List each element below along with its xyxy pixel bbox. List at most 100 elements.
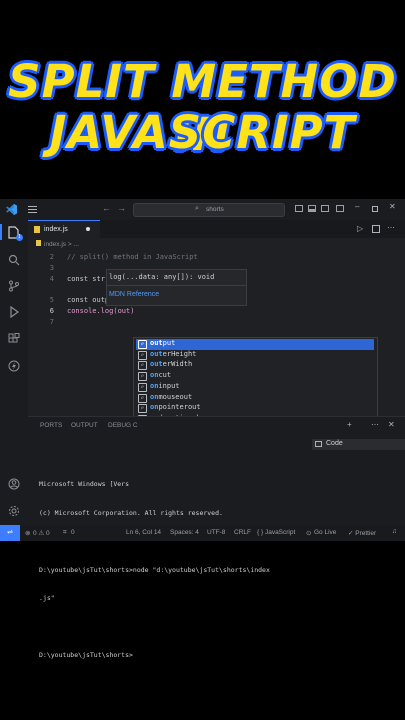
line-number: 7 xyxy=(49,318,54,326)
layout-sidebar-icon[interactable] xyxy=(295,205,303,212)
suggestion-label: oninput xyxy=(150,382,180,390)
panel-tab-debug[interactable]: DEBUG C xyxy=(108,422,138,429)
property-icon: ℯ xyxy=(138,350,147,360)
terminal-line: (c) Microsoft Corporation. All rights re… xyxy=(39,508,223,517)
indentation[interactable]: Spaces: 4 xyxy=(170,529,199,536)
ports-count[interactable]: 0 xyxy=(71,529,75,536)
suggestion-item[interactable]: ℯ oninput xyxy=(136,382,374,393)
suggestion-label: outerHeight xyxy=(150,350,196,358)
run-debug-icon[interactable] xyxy=(8,306,20,318)
encoding[interactable]: UTF-8 xyxy=(207,529,225,536)
layout-split-icon[interactable] xyxy=(321,205,329,212)
customize-layout-icon[interactable] xyxy=(336,205,344,212)
property-icon: ℯ xyxy=(138,340,147,349)
menu-icon[interactable] xyxy=(28,206,37,213)
problems-icon: ⊗ xyxy=(25,530,31,537)
bottom-panel: PORTS OUTPUT DEBUG C + ⋯ ✕ Code Microsof… xyxy=(28,416,405,659)
ports-icon: ⌗ xyxy=(63,529,67,536)
breadcrumb-sep: > ... xyxy=(67,241,79,248)
line-ending[interactable]: CRLF xyxy=(234,529,251,536)
search-text: shorts xyxy=(206,206,224,213)
suggestion-rest: pointerout xyxy=(158,403,201,412)
notifications-icon[interactable]: ♫ xyxy=(392,528,397,535)
suggestion-item[interactable]: ℯ onmouseout xyxy=(136,393,374,404)
line-number: 5 xyxy=(49,296,54,304)
settings-gear-icon[interactable] xyxy=(8,505,20,517)
tab-index-js[interactable]: index.js xyxy=(28,220,100,238)
panel-tab-output[interactable]: OUTPUT xyxy=(71,422,98,429)
mdn-reference-link[interactable]: MDN Reference xyxy=(109,291,159,298)
close-panel-icon[interactable]: ✕ xyxy=(388,420,395,429)
suggestion-item[interactable]: ℯ outerHeight xyxy=(136,350,374,361)
remote-indicator[interactable]: ⇌ xyxy=(0,525,20,541)
problems-count[interactable]: 0 ⚠ 0 xyxy=(33,529,50,537)
terminal-list-item[interactable]: Code xyxy=(312,439,405,450)
go-live-button[interactable]: Go Live xyxy=(314,529,336,536)
terminal-label: Code xyxy=(326,440,343,447)
maximize-icon[interactable] xyxy=(372,206,378,212)
panel-tab-ports[interactable]: PORTS xyxy=(40,422,62,429)
property-icon: ℯ xyxy=(138,382,147,392)
source-control-icon[interactable] xyxy=(8,280,20,292)
terminal-more-icon[interactable]: ⋯ xyxy=(371,420,379,429)
activity-active-indicator xyxy=(0,224,2,240)
close-icon[interactable]: ✕ xyxy=(389,202,396,211)
prettier-status[interactable]: ✓ Prettier xyxy=(348,529,376,537)
terminal-output[interactable]: Microsoft Windows [Vers (c) Microsoft Co… xyxy=(39,461,270,680)
line-number: 2 xyxy=(49,253,54,261)
suggestion-item[interactable]: ℯ output xyxy=(136,339,374,350)
run-file-icon[interactable]: ▷ xyxy=(357,224,363,233)
tab-filename: index.js xyxy=(44,226,68,233)
minimize-icon[interactable]: – xyxy=(355,202,359,211)
code-line-console-log[interactable]: console.log(out) xyxy=(67,307,134,315)
signature-divider xyxy=(107,285,246,286)
video-title-line-2: JAVASCRIPT xyxy=(49,106,356,159)
language-mode[interactable]: { } JavaScript xyxy=(257,529,295,536)
editor-area: index.js ▷ ⋯ index.js > ... 2 3 4 5 6 7 … xyxy=(28,220,405,659)
extensions-icon[interactable] xyxy=(8,333,20,345)
split-editor-icon[interactable] xyxy=(372,225,380,233)
breadcrumb-js-icon xyxy=(36,240,41,246)
forward-arrow-icon[interactable]: → xyxy=(117,203,126,213)
breadcrumb: index.js > ... xyxy=(36,240,79,248)
line-number: 6 xyxy=(49,307,54,315)
activity-bar: 1 xyxy=(0,220,28,525)
suggestion-rest: put xyxy=(162,339,176,347)
suggestion-rest: input xyxy=(158,381,180,390)
suggestion-label: oncut xyxy=(150,371,171,379)
account-icon[interactable] xyxy=(8,478,20,490)
suggestion-label: output xyxy=(150,339,175,347)
suggestion-rest: erWidth xyxy=(162,360,193,369)
terminal-line: .js" xyxy=(39,594,55,602)
back-arrow-icon[interactable]: ← xyxy=(102,203,111,213)
property-icon: ℯ xyxy=(138,361,147,371)
thunder-client-icon[interactable] xyxy=(8,360,20,372)
title-bar: ← → ⌕ shorts – ✕ xyxy=(0,199,405,220)
status-bar: ⇌ ⊗ 0 ⚠ 0 ⌗ 0 Ln 6, Col 14 Spaces: 4 UTF… xyxy=(0,525,405,541)
code-line-comment[interactable]: // split() method in JavaScript xyxy=(67,253,198,261)
breadcrumb-file[interactable]: index.js xyxy=(44,241,66,248)
new-terminal-icon[interactable]: + xyxy=(347,420,352,429)
suggestion-item[interactable]: ℯ outerWidth xyxy=(136,360,374,371)
suggestion-label: onpointerout xyxy=(150,403,201,411)
cursor-position[interactable]: Ln 6, Col 14 xyxy=(126,529,161,536)
command-search-box[interactable]: ⌕ shorts xyxy=(133,203,285,217)
line-number: 3 xyxy=(49,264,54,272)
suggestion-item[interactable]: ℯ onpointerout xyxy=(136,403,374,414)
search-icon[interactable] xyxy=(8,254,20,266)
suggestion-rest: mouseout xyxy=(158,392,193,401)
suggestion-item[interactable]: ℯ oncut xyxy=(136,371,374,382)
more-actions-icon[interactable]: ⋯ xyxy=(387,223,395,232)
layout-panel-icon[interactable] xyxy=(308,205,316,212)
terminal-line: D:\youtube\jsTut\shorts> xyxy=(39,651,133,659)
suggestion-rest: erHeight xyxy=(162,349,197,358)
terminal-icon xyxy=(315,441,322,447)
unsaved-dot-icon[interactable] xyxy=(86,227,90,231)
search-icon: ⌕ xyxy=(195,205,199,212)
suggestion-match: out xyxy=(150,349,163,358)
terminal-line: Microsoft Windows [Vers xyxy=(39,480,130,488)
vscode-window: ← → ⌕ shorts – ✕ 1 index.js ▷ ⋯ index.js… xyxy=(0,199,405,659)
property-icon: ℯ xyxy=(138,404,147,414)
signature-hover: log(...data: any[]): void MDN Reference xyxy=(106,269,247,306)
